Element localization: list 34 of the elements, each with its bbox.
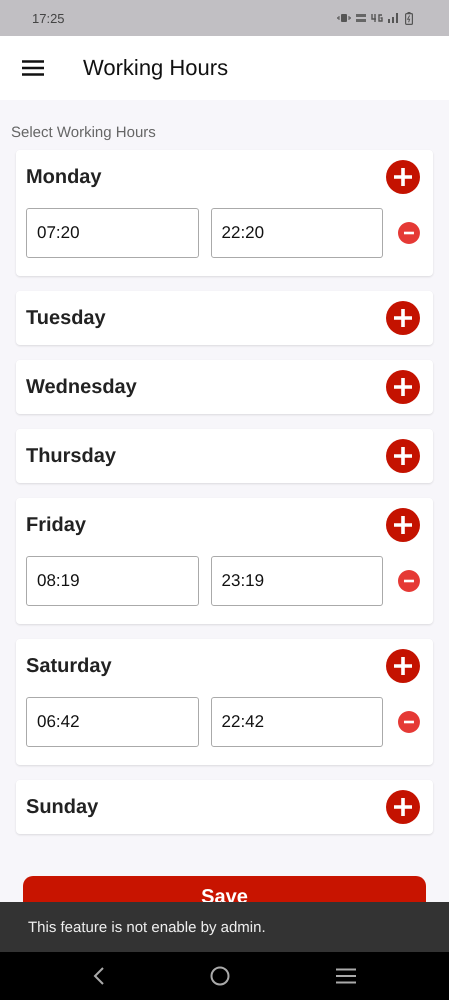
add-icon[interactable]: [386, 301, 420, 335]
section-label: Select Working Hours: [11, 124, 157, 141]
day-name: Friday: [26, 514, 86, 536]
back-icon[interactable]: [92, 967, 105, 985]
remove-icon[interactable]: [398, 570, 420, 592]
remove-icon[interactable]: [398, 222, 420, 244]
screen-title: Working Hours: [83, 55, 228, 81]
day-name: Saturday: [26, 654, 112, 678]
start-time-field[interactable]: 08:19: [26, 556, 199, 606]
day-name: Sunday: [26, 796, 98, 818]
recent-apps-icon[interactable]: [336, 968, 356, 984]
signal-icon: [388, 13, 400, 23]
network-4g-icon: [371, 13, 383, 23]
day-name: Thursday: [26, 444, 116, 468]
end-time-field[interactable]: 22:20: [210, 208, 384, 258]
add-icon[interactable]: [386, 370, 420, 404]
start-time-field[interactable]: 06:42: [26, 697, 199, 747]
remove-icon[interactable]: [398, 711, 420, 733]
vibrate-icon: [337, 13, 351, 23]
add-icon[interactable]: [386, 439, 420, 473]
status-time: 17:25: [32, 10, 65, 26]
start-time-field[interactable]: 07:20: [26, 208, 199, 258]
end-time-field[interactable]: 23:19: [210, 556, 384, 606]
home-icon[interactable]: [210, 966, 230, 986]
add-icon[interactable]: [386, 790, 420, 824]
menu-icon[interactable]: [22, 60, 44, 76]
day-name: Tuesday: [26, 306, 106, 330]
add-icon[interactable]: [386, 649, 420, 683]
end-time-field[interactable]: 22:42: [210, 697, 384, 747]
add-icon[interactable]: [386, 160, 420, 194]
day-name: Wednesday: [26, 376, 137, 398]
add-icon[interactable]: [386, 508, 420, 542]
day-name: Monday: [26, 166, 102, 188]
battery-icon: [405, 12, 413, 24]
